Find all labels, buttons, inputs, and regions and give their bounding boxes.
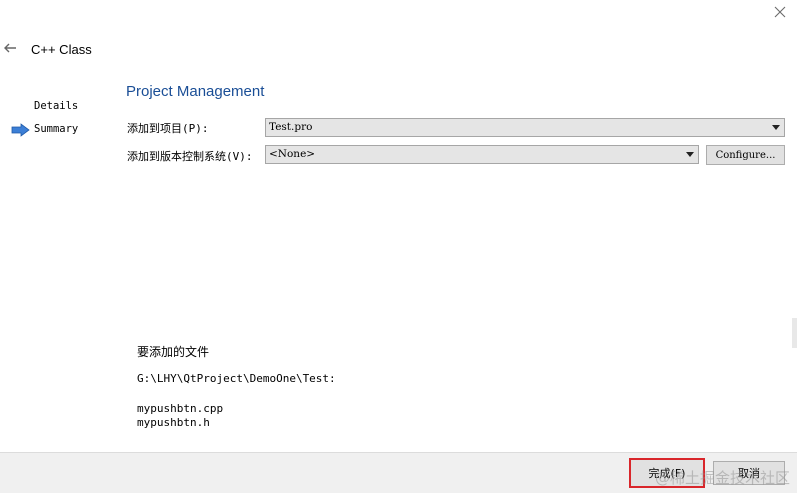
project-combobox[interactable]: Test.pro bbox=[265, 118, 785, 137]
finish-button[interactable]: 完成(F) bbox=[629, 458, 705, 488]
project-label: 添加到项目(P): bbox=[127, 122, 209, 135]
cancel-button[interactable]: 取消 bbox=[713, 461, 785, 485]
configure-button[interactable]: Configure... bbox=[706, 145, 785, 165]
dropdown-arrow-icon bbox=[686, 152, 694, 157]
current-step-indicator bbox=[11, 122, 31, 137]
wizard-step-details: Details bbox=[34, 100, 79, 112]
vcs-combobox[interactable]: <None> bbox=[265, 145, 699, 164]
file-item: mypushbtn.cpp bbox=[137, 402, 224, 415]
vcs-label: 添加到版本控制系统(V): bbox=[127, 150, 253, 163]
dropdown-arrow-icon bbox=[772, 125, 780, 130]
back-button[interactable] bbox=[2, 40, 18, 56]
section-title: Project Management bbox=[126, 83, 265, 100]
current-step-arrow-icon bbox=[11, 123, 30, 137]
files-to-add-title: 要添加的文件 bbox=[137, 345, 210, 359]
project-combobox-value: Test.pro bbox=[269, 121, 313, 133]
files-path: G:\LHY\QtProject\DemoOne\Test: bbox=[137, 372, 336, 385]
back-arrow-icon bbox=[4, 43, 16, 53]
resize-handle[interactable] bbox=[792, 318, 797, 348]
window-title: C++ Class bbox=[31, 42, 92, 57]
vcs-combobox-value: <None> bbox=[269, 148, 316, 160]
close-icon bbox=[774, 6, 786, 18]
close-button[interactable] bbox=[770, 2, 790, 22]
wizard-step-summary: Summary bbox=[34, 123, 79, 135]
file-item: mypushbtn.h bbox=[137, 416, 210, 429]
